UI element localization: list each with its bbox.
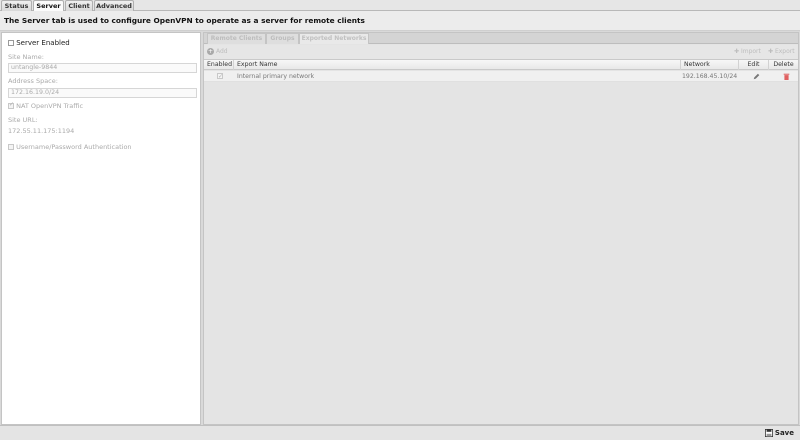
- exported-networks-panel: Remote Clients Groups Exported Networks …: [203, 32, 799, 425]
- site-name-input[interactable]: untangle-9844: [8, 63, 197, 73]
- row-enabled-checkbox[interactable]: ✓: [214, 71, 223, 82]
- auth-label: Username/Password Authentication: [16, 143, 132, 151]
- site-name-label: Site Name:: [8, 53, 44, 61]
- col-enabled[interactable]: Enabled: [204, 60, 234, 70]
- tab-status[interactable]: Status: [1, 0, 32, 11]
- address-space-input[interactable]: 172.16.19.0/24: [8, 88, 197, 98]
- row-export-name: Internal primary network: [237, 73, 315, 80]
- top-tab-bar: Status Server Client Advanced: [0, 0, 800, 12]
- nat-checkbox[interactable]: ✓: [8, 101, 14, 109]
- export-label: Export: [774, 48, 795, 55]
- server-settings-panel: Server Enabled Site Name: untangle-9844 …: [1, 32, 201, 425]
- grid-header: Enabled Export Name Network Edit Delete: [204, 59, 798, 70]
- auth-row[interactable]: Username/Password Authentication: [8, 143, 132, 151]
- nat-row[interactable]: ✓ NAT OpenVPN Traffic: [8, 101, 84, 110]
- floppy-disk-icon: [764, 429, 773, 437]
- export-icon: ✚: [768, 48, 774, 55]
- tab-advanced[interactable]: Advanced: [94, 0, 134, 11]
- site-url-value: 172.55.11.175:1194: [8, 127, 75, 135]
- col-edit: Edit: [739, 60, 769, 70]
- site-url-label: Site URL:: [8, 116, 38, 124]
- col-network[interactable]: Network: [681, 60, 739, 70]
- import-label: Import: [740, 48, 761, 55]
- pencil-icon[interactable]: [750, 73, 760, 84]
- add-button[interactable]: + Add: [207, 48, 228, 55]
- subtab-remote-clients[interactable]: Remote Clients: [207, 33, 266, 44]
- subtab-bar: Remote Clients Groups Exported Networks: [204, 33, 798, 44]
- server-enabled-label: Server Enabled: [16, 39, 70, 47]
- col-delete: Delete: [773, 61, 794, 68]
- table-row[interactable]: ✓ Internal primary network 192.168.45.10…: [204, 71, 798, 82]
- server-enabled-row[interactable]: Server Enabled: [8, 39, 70, 47]
- import-icon: ✚: [734, 48, 740, 55]
- grid-toolbar: + Add ✚ Import ✚ Export: [204, 45, 798, 59]
- server-enabled-checkbox[interactable]: [8, 40, 14, 46]
- tab-client[interactable]: Client: [65, 0, 93, 11]
- tab-description: The Server tab is used to configure Open…: [0, 11, 800, 31]
- add-label: Add: [216, 48, 228, 55]
- subtab-exported-networks[interactable]: Exported Networks: [299, 33, 369, 44]
- nat-label: NAT OpenVPN Traffic: [16, 102, 84, 110]
- address-space-label: Address Space:: [8, 77, 58, 85]
- export-button[interactable]: ✚ Export: [768, 48, 795, 55]
- col-export-name[interactable]: Export Name: [234, 60, 681, 70]
- import-button[interactable]: ✚ Import: [734, 48, 761, 55]
- auth-checkbox[interactable]: [8, 144, 14, 150]
- trash-icon[interactable]: [780, 73, 790, 84]
- footer-bar: Save: [0, 425, 800, 440]
- subtab-groups[interactable]: Groups: [266, 33, 299, 44]
- add-icon: +: [207, 48, 214, 55]
- row-network: 192.168.45.10/24: [682, 73, 738, 80]
- save-button[interactable]: Save: [764, 429, 794, 437]
- save-label: Save: [774, 429, 794, 437]
